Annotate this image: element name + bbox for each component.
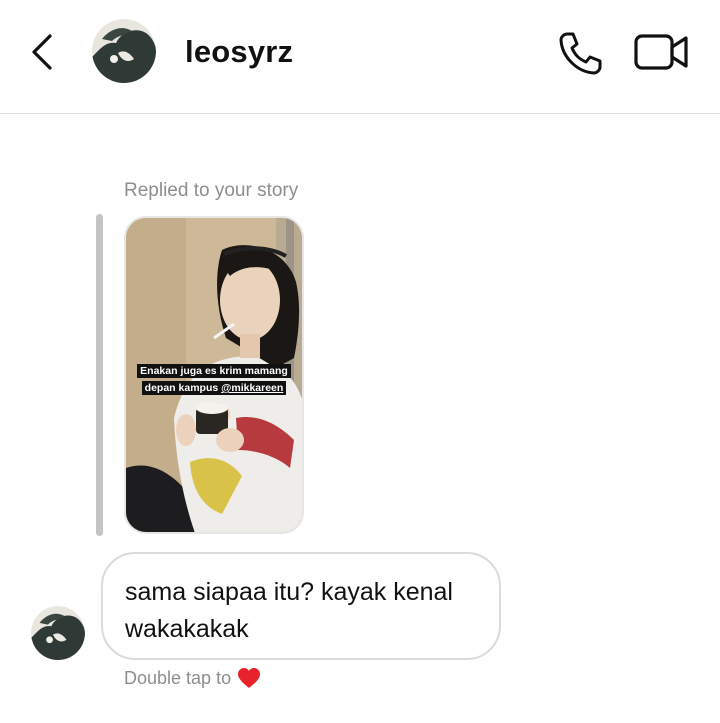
replied-to-story-label: Replied to your story (124, 180, 299, 201)
sender-avatar[interactable] (31, 606, 85, 660)
back-button[interactable] (22, 30, 62, 74)
story-caption: Enakan juga es krim mamang depan kampus … (136, 362, 292, 396)
voice-call-button[interactable] (555, 28, 605, 78)
video-camera-icon (634, 34, 688, 70)
double-tap-text: Double tap to (124, 667, 232, 688)
story-preview[interactable]: Enakan juga es krim mamang depan kampus … (124, 216, 304, 534)
story-caption-line2-text: depan kampus (144, 382, 219, 394)
dm-thread-screen: leosyrz Replied to your story Enakan jug… (0, 0, 720, 723)
phone-icon (559, 32, 602, 75)
story-mention[interactable]: @mikkareen (221, 382, 284, 394)
message-text: sama siapaa itu? kayak kenal wakakakak (125, 578, 453, 643)
message-bubble[interactable]: sama siapaa itu? kayak kenal wakakakak (101, 552, 501, 660)
heart-icon[interactable] (237, 667, 261, 689)
avatar-image (92, 19, 156, 83)
video-call-button[interactable] (632, 30, 692, 74)
story-caption-line1: Enakan juga es krim mamang (137, 364, 291, 378)
chat-header: leosyrz (0, 0, 720, 114)
chat-username[interactable]: leosyrz (185, 34, 293, 70)
reply-indicator-bar (96, 214, 103, 536)
avatar[interactable] (92, 19, 156, 83)
chevron-left-icon (32, 34, 52, 70)
sender-avatar-image (31, 606, 85, 660)
double-tap-hint: Double tap to (124, 667, 261, 689)
story-caption-line2: depan kampus @mikkareen (141, 381, 287, 395)
